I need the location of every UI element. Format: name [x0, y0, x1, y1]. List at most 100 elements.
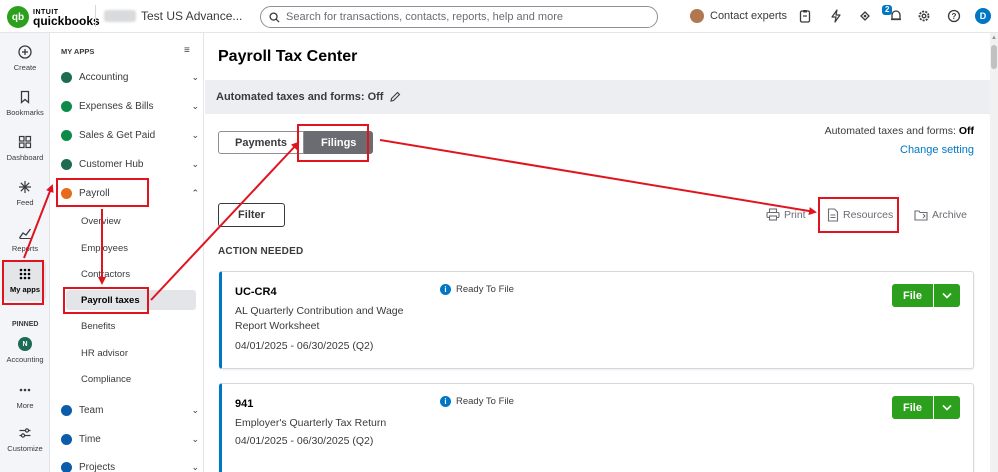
print-button[interactable]: Print	[766, 208, 806, 221]
annotation-box-filings	[297, 124, 369, 162]
qb-logo-icon: qb	[7, 6, 29, 28]
chevron-down-icon: ⌄	[191, 461, 199, 472]
payroll-compliance-link[interactable]: Compliance	[81, 369, 196, 389]
payroll-hr-advisor-link[interactable]: HR advisor	[81, 343, 196, 363]
main-content: Payroll Tax Center Automated taxes and f…	[205, 33, 990, 472]
rail-reports[interactable]: Reports	[0, 226, 50, 253]
clipboard-icon[interactable]	[798, 9, 812, 23]
filing-card: 941 Employer's Quarterly Tax Return 04/0…	[219, 383, 974, 472]
chevron-down-icon	[942, 404, 952, 411]
chevron-down-icon: ⌄	[191, 129, 199, 140]
rail-customize-label: Customize	[7, 444, 43, 453]
customer-hub-app-icon	[61, 158, 72, 170]
filing-status: i Ready To File	[440, 396, 514, 407]
app-customer-hub[interactable]: Customer Hub ⌄	[61, 154, 199, 174]
notification-badge: 2	[882, 5, 893, 15]
app-time[interactable]: Time ⌄	[61, 429, 199, 449]
rail-reports-label: Reports	[11, 244, 39, 253]
chevron-down-icon: ⌄	[191, 404, 199, 415]
payroll-benefits-link[interactable]: Benefits	[81, 316, 196, 336]
filing-period: 04/01/2025 - 06/30/2025 (Q2)	[235, 435, 374, 447]
help-icon[interactable]: ?	[947, 9, 961, 23]
page-scrollbar[interactable]: ▲	[990, 33, 998, 472]
rail-pinned-accounting[interactable]: N Accounting	[0, 337, 50, 364]
lightning-icon[interactable]	[829, 9, 843, 23]
company-logo-blurred	[104, 10, 136, 22]
payroll-contractors-link[interactable]: Contractors	[81, 264, 196, 284]
time-app-icon	[61, 433, 72, 445]
chevron-down-icon: ⌄	[191, 71, 199, 82]
left-rail: Create Bookmarks Dashboard Feed Reports …	[0, 33, 50, 472]
payroll-overview-link[interactable]: Overview	[81, 211, 196, 231]
app-sales-get-paid[interactable]: Sales & Get Paid ⌄	[61, 125, 199, 145]
chevron-up-icon: ⌃	[191, 187, 199, 198]
automated-taxes-banner: Automated taxes and forms: Off	[205, 80, 990, 114]
sparkle-icon	[19, 181, 31, 193]
rail-feed-label: Feed	[16, 198, 34, 207]
svg-text:?: ?	[952, 12, 957, 21]
tab-payments[interactable]: Payments	[218, 131, 304, 154]
rail-dashboard-label: Dashboard	[6, 153, 44, 162]
gear-icon[interactable]	[917, 9, 931, 23]
archive-icon	[914, 210, 928, 221]
more-icon	[19, 388, 31, 392]
rail-bookmarks-label: Bookmarks	[6, 108, 44, 117]
filter-button[interactable]: Filter	[218, 203, 285, 227]
chart-icon	[18, 228, 32, 239]
annotation-box-my-apps	[2, 260, 44, 305]
team-app-icon	[61, 404, 72, 416]
app-accounting[interactable]: Accounting ⌄	[61, 67, 199, 87]
quickbooks-logo[interactable]: qb INTUIT quickbooks	[7, 6, 100, 28]
accounting-app-icon: N	[18, 337, 32, 351]
rail-more[interactable]: More	[0, 383, 50, 410]
file-button[interactable]: File	[892, 396, 933, 419]
rail-customize[interactable]: Customize	[0, 426, 50, 453]
info-icon: i	[440, 284, 451, 295]
collapse-menu-icon[interactable]: ≡	[184, 45, 190, 56]
rail-feed[interactable]: Feed	[0, 180, 50, 207]
app-expenses-bills[interactable]: Expenses & Bills ⌄	[61, 96, 199, 116]
contact-experts-button[interactable]: Contact experts	[690, 9, 787, 23]
filing-status: i Ready To File	[440, 284, 514, 295]
payroll-employees-link[interactable]: Employees	[81, 238, 196, 258]
company-name[interactable]: Test US Advance...	[141, 9, 242, 23]
top-bar: qb INTUIT quickbooks Test US Advance... …	[0, 0, 998, 33]
info-icon: i	[440, 396, 451, 407]
rail-create[interactable]: Create	[0, 45, 50, 72]
dashboard-icon	[18, 135, 32, 149]
user-avatar[interactable]: D	[975, 8, 991, 24]
search-placeholder: Search for transactions, contacts, repor…	[286, 11, 563, 23]
bookmark-icon	[20, 90, 30, 104]
chevron-down-icon: ⌄	[191, 158, 199, 169]
file-dropdown-button[interactable]	[933, 284, 960, 307]
file-dropdown-button[interactable]	[933, 396, 960, 419]
automated-taxes-status-label: Automated taxes and forms:	[824, 125, 959, 137]
scroll-thumb[interactable]	[991, 45, 997, 69]
annotation-box-payroll-taxes	[63, 287, 149, 314]
app-team[interactable]: Team ⌄	[61, 400, 199, 420]
automated-taxes-banner-text: Automated taxes and forms: Off	[216, 91, 384, 103]
file-split-button: File	[892, 396, 960, 419]
scroll-up-arrow-icon[interactable]: ▲	[991, 35, 997, 41]
projects-app-icon	[61, 461, 72, 472]
rail-dashboard[interactable]: Dashboard	[0, 135, 50, 162]
file-button[interactable]: File	[892, 284, 933, 307]
accounting-app-icon	[61, 71, 72, 83]
pencil-icon[interactable]	[389, 91, 401, 103]
rail-more-label: More	[16, 401, 34, 410]
file-split-button: File	[892, 284, 960, 307]
rail-pinned-heading: PINNED	[12, 321, 39, 328]
app-projects[interactable]: Projects ⌄	[61, 457, 199, 472]
global-search-input[interactable]: Search for transactions, contacts, repor…	[260, 6, 658, 28]
rail-bookmarks[interactable]: Bookmarks	[0, 90, 50, 117]
sales-app-icon	[61, 129, 72, 141]
annotation-box-payroll	[56, 178, 149, 207]
action-needed-heading: ACTION NEEDED	[218, 246, 304, 257]
apps-icon[interactable]	[858, 9, 872, 23]
archive-button[interactable]: Archive	[914, 208, 967, 221]
change-setting-link[interactable]: Change setting	[900, 144, 974, 156]
logo-name-text: quickbooks	[33, 14, 100, 28]
my-apps-heading: MY APPS	[61, 47, 95, 56]
expenses-app-icon	[61, 100, 72, 112]
automated-taxes-status-value: Off	[958, 125, 974, 137]
